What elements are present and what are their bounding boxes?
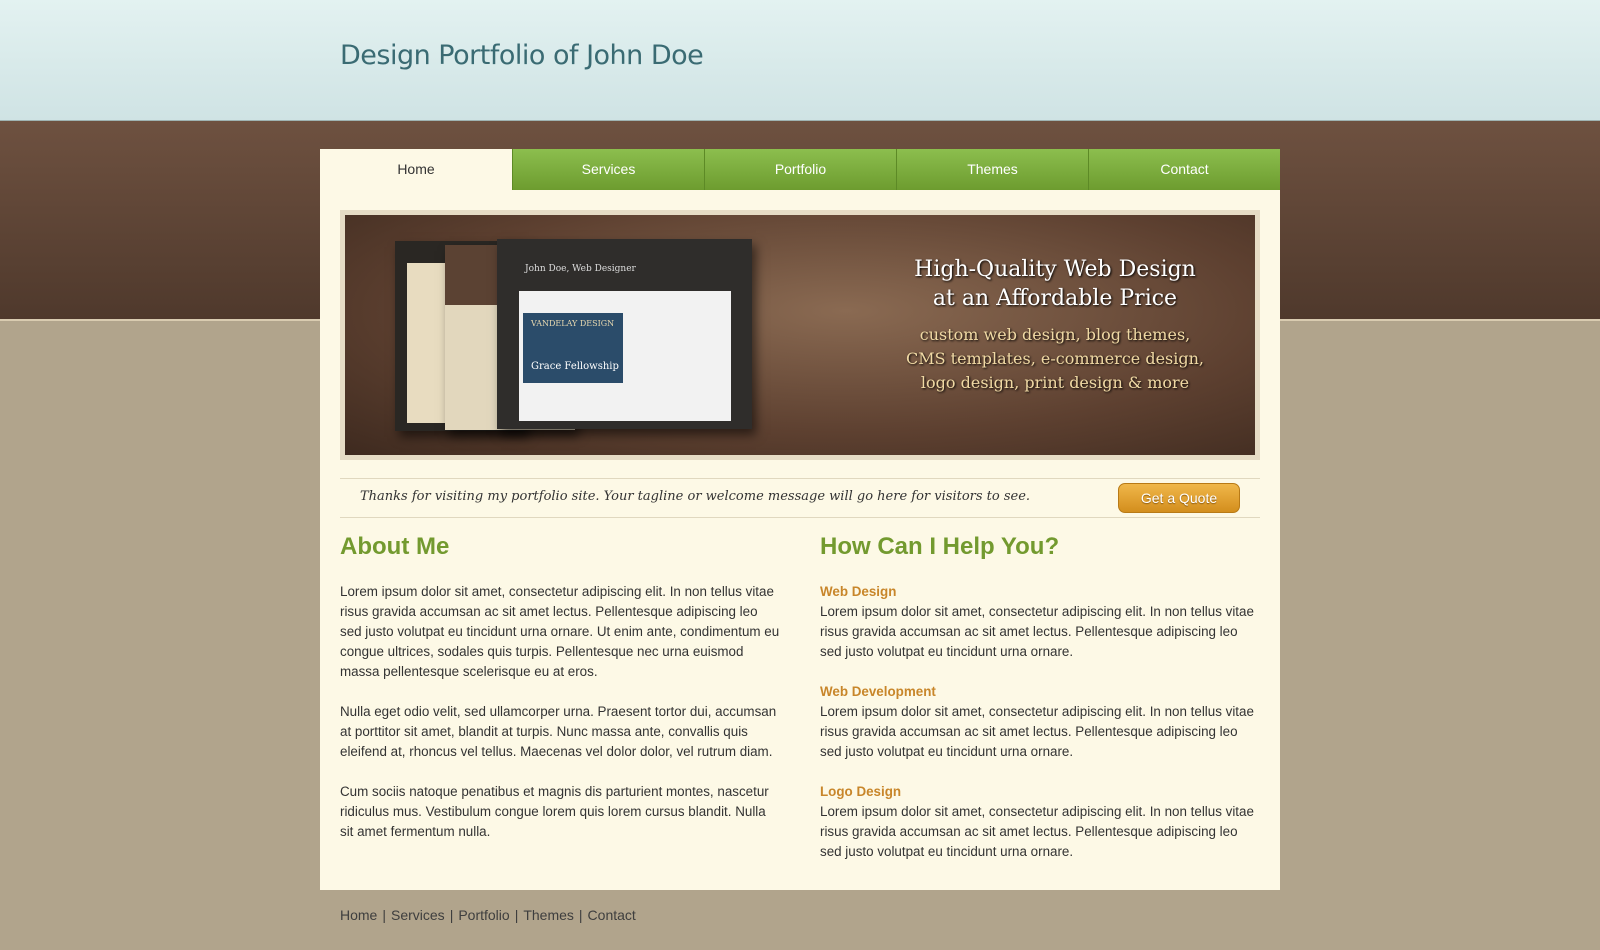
about-paragraph: Lorem ipsum dolor sit amet, consectetur … (340, 584, 780, 679)
banner-subtext: custom web design, blog themes, CMS temp… (890, 323, 1220, 395)
get-a-quote-button[interactable]: Get a Quote (1118, 483, 1240, 513)
footer-link-home[interactable]: Home (340, 907, 377, 923)
mockup-logo-text: VANDELAY DESIGN (531, 319, 615, 328)
nav-services[interactable]: Services (512, 149, 704, 190)
about-section: About Me Lorem ipsum dolor sit amet, con… (340, 532, 780, 862)
footer-separator: | (382, 907, 386, 923)
content-container: Home Services Portfolio Themes Contact J… (320, 149, 1280, 890)
footer-link-services[interactable]: Services (391, 907, 445, 923)
footer-separator: | (514, 907, 519, 923)
tagline-text: Thanks for visiting my portfolio site. Y… (360, 489, 1031, 504)
nav-portfolio[interactable]: Portfolio (704, 149, 896, 190)
footer-separator: | (449, 907, 454, 923)
nav-contact[interactable]: Contact (1088, 149, 1280, 190)
mockup-banner-text: Grace Fellowship (531, 361, 619, 372)
portfolio-mockup-front: John Doe, Web Designer Grace Fellowship … (497, 239, 752, 429)
footer-link-contact[interactable]: Contact (588, 907, 636, 923)
footer-link-themes[interactable]: Themes (523, 907, 574, 923)
service-text: Lorem ipsum dolor sit amet, consectetur … (820, 804, 1254, 859)
hero-banner-inner: John Doe, Web Designer Grace Fellowship … (345, 215, 1255, 455)
service-text: Lorem ipsum dolor sit amet, consectetur … (820, 704, 1254, 759)
footer-separator: | (578, 907, 583, 923)
banner-sub-line2: CMS templates, e-commerce design, (905, 349, 1205, 368)
header-band: Design Portfolio of John Doe (0, 0, 1600, 121)
help-heading: How Can I Help You? (820, 533, 1060, 560)
service-title-logo-design: Logo Design (820, 784, 902, 799)
mockup-title: John Doe, Web Designer (525, 264, 636, 274)
footer-nav: Home | Services | Portfolio | Themes | Contact (340, 907, 636, 923)
service-title-web-development: Web Development (820, 684, 936, 699)
banner-sub-line1: custom web design, blog themes, (919, 325, 1191, 344)
nav-home[interactable]: Home (320, 149, 512, 190)
banner-heading-line1: High-Quality Web Design (914, 257, 1196, 282)
about-paragraph: Nulla eget odio velit, sed ullamcorper u… (340, 704, 777, 759)
site-title[interactable]: Design Portfolio of John Doe (340, 40, 704, 71)
banner-sub-line3: logo design, print design & more (920, 373, 1190, 392)
banner-heading-line2: at an Affordable Price (932, 286, 1178, 311)
hero-banner: John Doe, Web Designer Grace Fellowship … (340, 210, 1260, 460)
tagline-bar: Thanks for visiting my portfolio site. Y… (340, 478, 1260, 518)
service-text: Lorem ipsum dolor sit amet, consectetur … (820, 604, 1254, 659)
help-section: How Can I Help You? Web Design Lorem ips… (820, 532, 1260, 882)
banner-text: High-Quality Web Design at an Affordable… (890, 255, 1220, 395)
main-nav: Home Services Portfolio Themes Contact (320, 149, 1280, 190)
service-title-web-design: Web Design (820, 584, 897, 599)
about-heading: About Me (340, 533, 450, 560)
footer-link-portfolio[interactable]: Portfolio (458, 907, 509, 923)
about-paragraph: Cum sociis natoque penatibus et magnis d… (340, 784, 769, 839)
nav-themes[interactable]: Themes (896, 149, 1088, 190)
